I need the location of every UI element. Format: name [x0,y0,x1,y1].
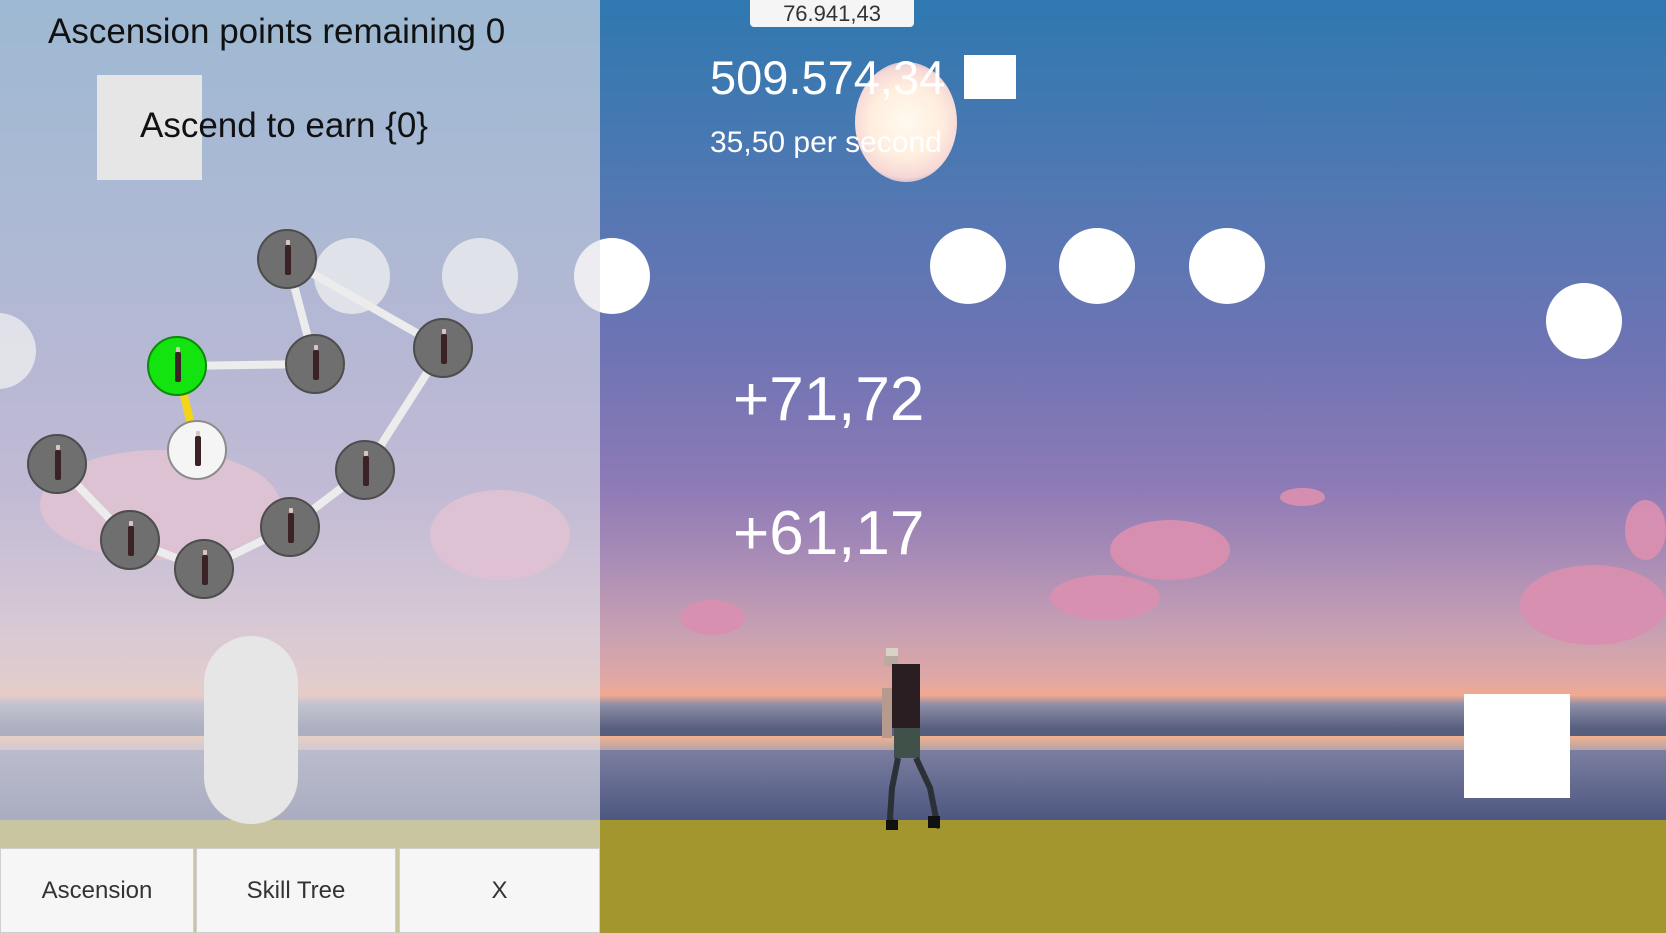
zombie-figure-icon [363,451,369,486]
zombie-figure-icon [202,550,208,585]
cloud-icon [680,600,745,635]
scrollbar-handle[interactable] [204,636,298,824]
tab-ascension[interactable]: Ascension [0,848,194,933]
cloud-icon [1050,575,1160,620]
zombie-figure-icon [285,240,291,275]
zombie-figure-icon [128,521,134,556]
orb-icon[interactable] [1189,228,1265,304]
income-popup: +71,72 [733,365,925,434]
skill-node-available[interactable] [167,420,227,480]
skill-node[interactable] [100,510,160,570]
cloud-icon [1280,488,1325,506]
cloud-icon [1625,500,1666,560]
cloud-icon [1110,520,1230,580]
skill-node[interactable] [27,434,87,494]
zombie-figure-icon [441,329,447,364]
zombie-figure-icon [288,508,294,543]
orb-icon[interactable] [1059,228,1135,304]
skill-node[interactable] [257,229,317,289]
skill-node[interactable] [260,497,320,557]
skill-node[interactable] [413,318,473,378]
zombie-figure-icon [195,431,201,466]
zombie-figure-icon [55,445,61,480]
skill-node[interactable] [174,539,234,599]
skill-node[interactable] [335,440,395,500]
top-value-text: 76.941,43 [783,0,881,26]
tab-skill-tree[interactable]: Skill Tree [196,848,396,933]
per-second-rate: 35,50 per second [710,126,942,159]
action-square-button[interactable] [1464,694,1570,798]
cloud-icon [1520,565,1666,645]
top-value-box: 76.941,43 [750,0,914,27]
close-tab-button[interactable]: X [399,848,600,933]
skill-node-selected[interactable] [147,336,207,396]
currency-square-icon [964,55,1016,99]
zombie-figure-icon [175,347,181,382]
skill-node[interactable] [285,334,345,394]
orb-icon[interactable] [930,228,1006,304]
orb-icon[interactable] [1546,283,1622,359]
zombie-character [882,648,940,830]
zombie-figure-icon [313,345,319,380]
income-popup: +61,17 [733,499,925,568]
currency-total: 509.574,34 [710,51,946,104]
